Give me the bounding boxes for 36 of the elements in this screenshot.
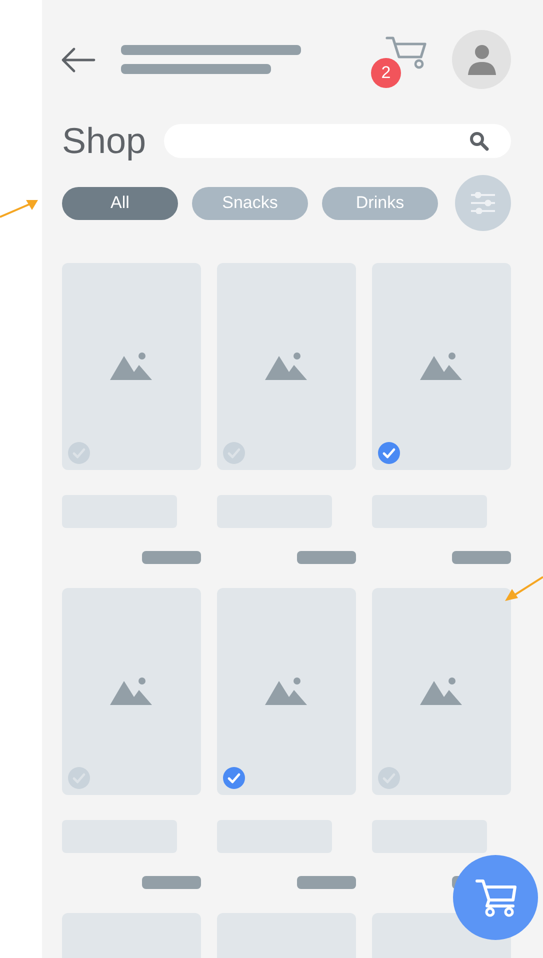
search-icon [469,131,489,151]
search-field[interactable] [164,124,511,158]
price-placeholder [142,876,201,889]
image-icon [264,676,308,706]
cart-icon [474,878,516,918]
check-icon[interactable] [67,441,91,465]
annotation-arrow [503,575,543,603]
image-icon [264,352,308,382]
person-icon [468,44,496,76]
filter-chip[interactable]: Drinks [322,186,438,220]
price-placeholder [297,876,356,889]
product-image[interactable] [62,588,201,795]
product-image[interactable] [372,588,511,795]
check-icon[interactable] [222,441,246,465]
sliders-icon [470,192,496,214]
price-placeholder [142,551,201,564]
check-icon[interactable] [67,766,91,790]
annotation-arrow [0,197,40,219]
filter-chip[interactable]: All [62,186,178,220]
product-image[interactable] [62,263,201,470]
image-icon [110,352,154,382]
page-title: Shop [62,121,146,161]
back-icon[interactable] [60,46,96,72]
check-icon[interactable] [377,441,401,465]
image-icon [420,352,464,382]
price-placeholder [297,551,356,564]
image-icon [420,676,464,706]
product-image[interactable] [217,588,356,795]
filter-chip[interactable]: Snacks [192,186,308,220]
cart-badge: 2 [371,58,401,88]
image-icon [110,676,154,706]
check-icon[interactable] [377,766,401,790]
product-image[interactable] [217,263,356,470]
check-icon[interactable] [222,766,246,790]
price-placeholder [452,551,511,564]
product-image[interactable] [372,263,511,470]
